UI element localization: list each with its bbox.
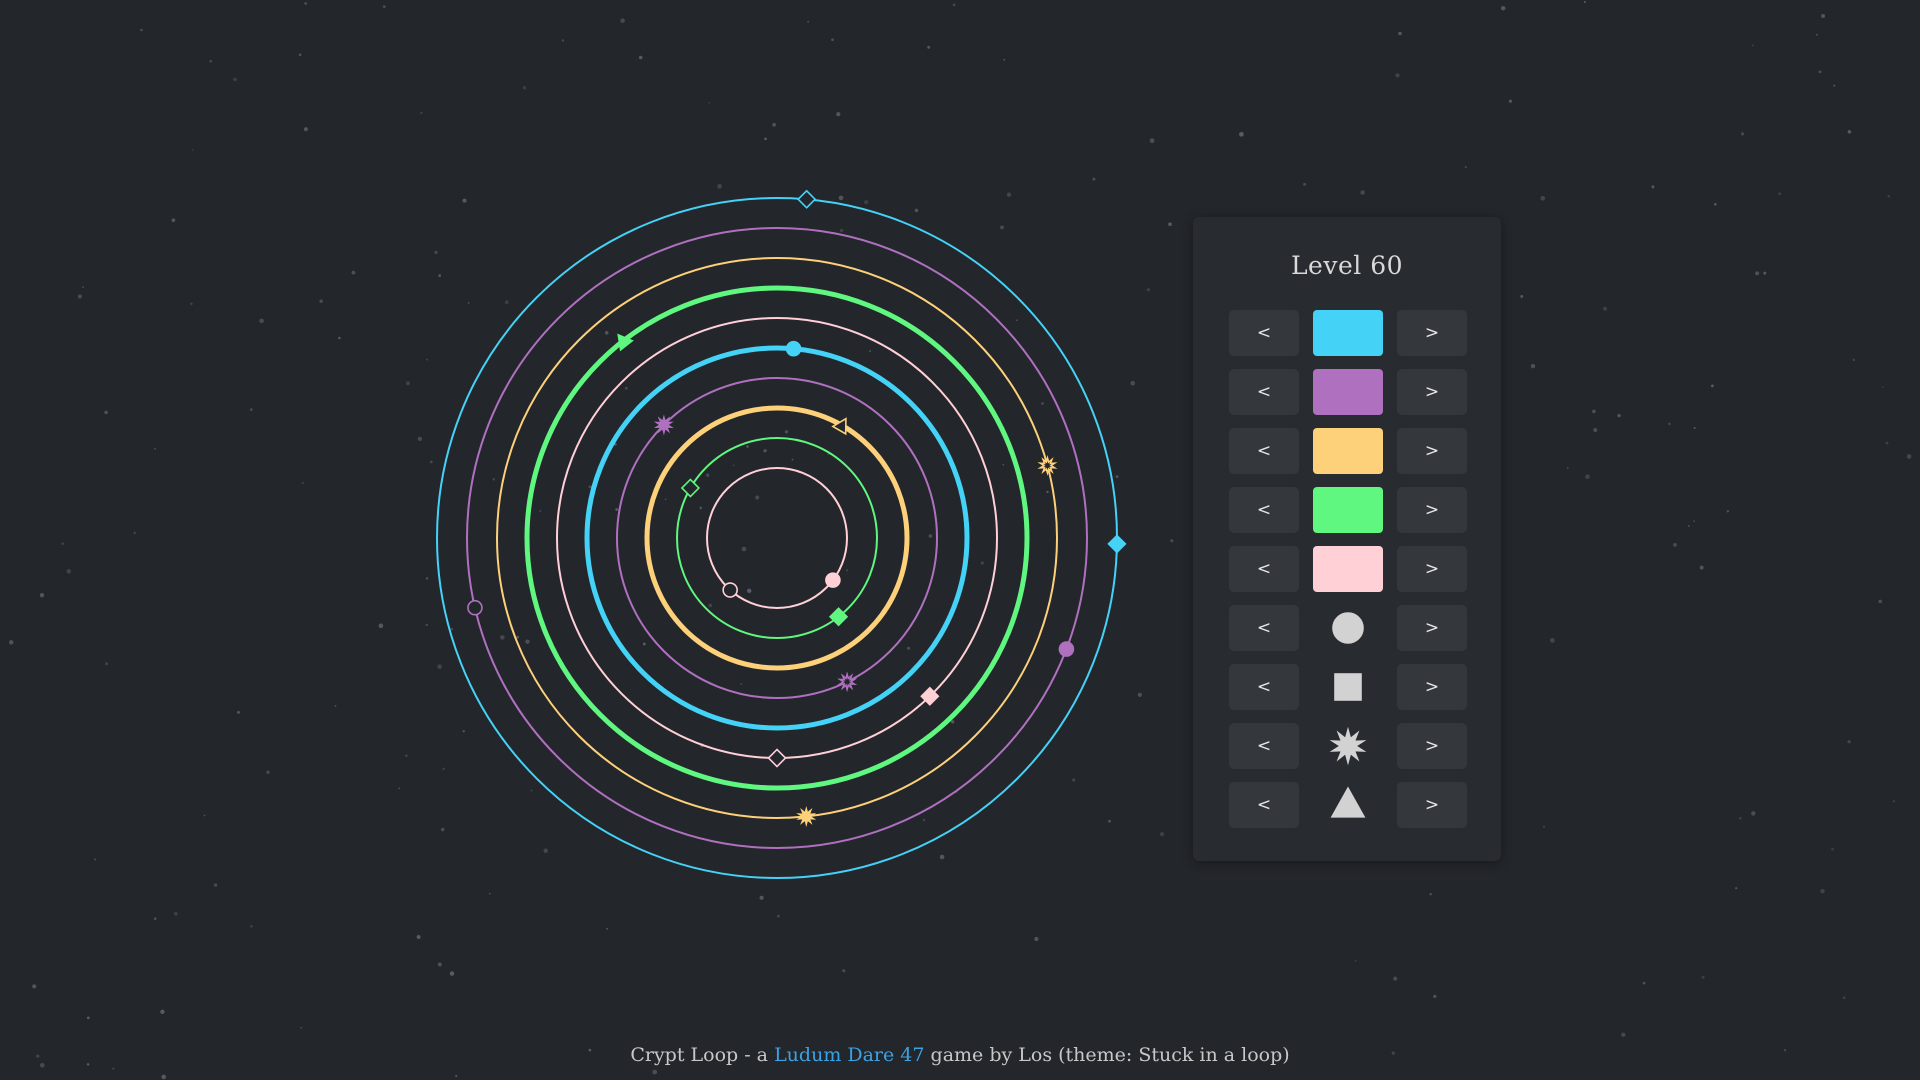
color-swatch — [1313, 310, 1383, 356]
circle-piece[interactable] — [722, 582, 738, 598]
circle-piece[interactable] — [825, 572, 841, 588]
prev-color-button[interactable]: < — [1229, 546, 1299, 592]
next-shape-button[interactable]: > — [1397, 782, 1467, 828]
next-shape-button[interactable]: > — [1397, 664, 1467, 710]
starburst-icon — [1329, 726, 1367, 766]
prev-shape-button[interactable]: < — [1229, 664, 1299, 710]
shape-selector-row: < > — [1229, 605, 1467, 651]
ludum-dare-link[interactable]: Ludum Dare 47 — [774, 1044, 924, 1066]
circle-piece[interactable] — [467, 599, 483, 616]
shape-selector-row: < > — [1229, 723, 1467, 769]
next-color-button[interactable]: > — [1397, 546, 1467, 592]
prev-shape-button[interactable]: < — [1229, 605, 1299, 651]
loop-ring-5[interactable] — [584, 345, 970, 731]
next-shape-button[interactable]: > — [1397, 723, 1467, 769]
level-panel: Level 60 < > < > < > < > < > < > < > < > < > — [1193, 217, 1501, 861]
loop-ring-10[interactable] — [436, 197, 1118, 879]
shape-selector-row: < > — [1229, 664, 1467, 710]
triangle-icon — [1330, 786, 1366, 818]
square-piece[interactable] — [1107, 534, 1127, 554]
prev-shape-button[interactable]: < — [1229, 723, 1299, 769]
prev-color-button[interactable]: < — [1229, 428, 1299, 474]
prev-shape-button[interactable]: < — [1229, 782, 1299, 828]
next-color-button[interactable]: > — [1397, 428, 1467, 474]
color-selector-row: < > — [1229, 428, 1467, 474]
color-selector-row: < > — [1229, 369, 1467, 415]
prev-color-button[interactable]: < — [1229, 310, 1299, 356]
game-board — [436, 189, 1127, 879]
prev-color-button[interactable]: < — [1229, 369, 1299, 415]
circle-piece[interactable] — [1058, 641, 1075, 657]
square-piece[interactable] — [797, 189, 817, 209]
loop-ring-3[interactable] — [644, 405, 910, 671]
color-swatch — [1313, 487, 1383, 533]
footer-prefix: Crypt Loop - a — [630, 1044, 769, 1066]
footer-suffix: game by Los (theme: Stuck in a loop) — [930, 1044, 1290, 1066]
prev-color-button[interactable]: < — [1229, 487, 1299, 533]
color-selector-row: < > — [1229, 487, 1467, 533]
next-shape-button[interactable]: > — [1397, 605, 1467, 651]
color-swatch — [1313, 369, 1383, 415]
footer-credit: Crypt Loop - a Ludum Dare 47 game by Los… — [0, 1044, 1920, 1066]
loop-ring-8[interactable] — [496, 257, 1058, 819]
color-selector-row: < > — [1229, 546, 1467, 592]
circle-icon — [1332, 612, 1364, 644]
shape-selector-row: < > — [1229, 782, 1467, 828]
square-piece[interactable] — [680, 478, 701, 498]
next-color-button[interactable]: > — [1397, 310, 1467, 356]
square-icon — [1334, 673, 1362, 701]
loop-ring-7[interactable] — [524, 285, 1030, 791]
starburst-piece[interactable] — [837, 671, 858, 693]
circle-piece[interactable] — [785, 340, 802, 357]
starburst-piece[interactable] — [1037, 455, 1058, 476]
next-color-button[interactable]: > — [1397, 369, 1467, 415]
color-swatch — [1313, 428, 1383, 474]
color-selector-row: < > — [1229, 310, 1467, 356]
color-swatch — [1313, 546, 1383, 592]
level-title: Level 60 — [1290, 251, 1404, 280]
square-piece[interactable] — [767, 748, 787, 768]
next-color-button[interactable]: > — [1397, 487, 1467, 533]
starburst-piece[interactable] — [796, 805, 817, 828]
